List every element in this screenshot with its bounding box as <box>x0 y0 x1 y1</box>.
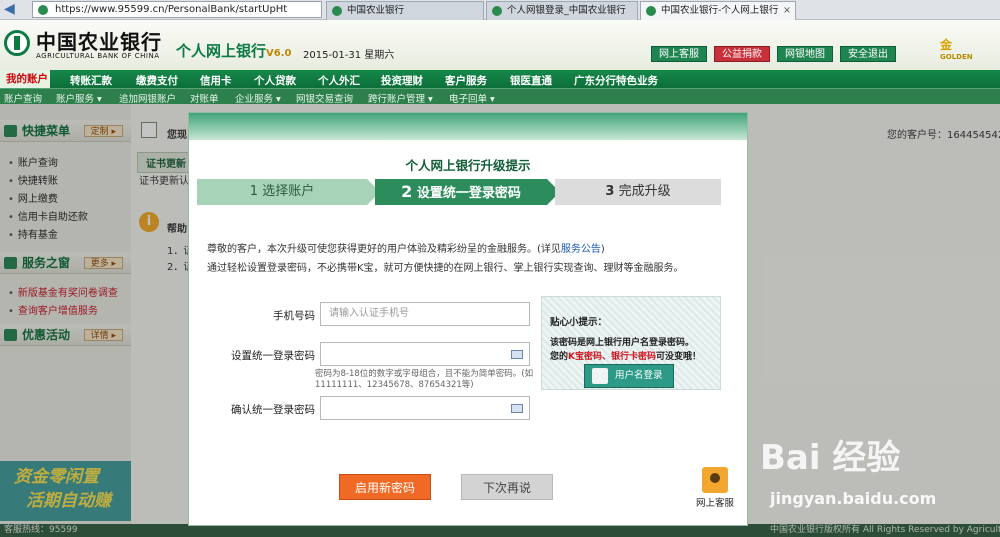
phone-placeholder: 请输入认证手机号 <box>329 308 409 319</box>
product-version: V6.0 <box>266 48 292 59</box>
tab-favicon-icon <box>492 6 502 16</box>
page: ◀ https://www.95599.cn/PersonalBank/star… <box>0 0 1000 537</box>
subnav-account-query[interactable]: 账户查询 <box>4 91 42 105</box>
online-cs-label: 网上客服 <box>695 498 734 509</box>
current-date: 2015-01-31 星期六 <box>303 50 395 61</box>
online-service-button[interactable]: 网上客服 <box>651 46 707 62</box>
tab-label: 中国农业银行-个人网上银行 <box>661 5 779 16</box>
subnav-enterprise[interactable]: 企业服务 ▾ <box>235 91 281 105</box>
step-number: 2 <box>401 182 413 201</box>
dialog-top-bar <box>189 113 747 140</box>
browser-bar: ◀ https://www.95599.cn/PersonalBank/star… <box>0 0 1000 20</box>
keyboard-icon[interactable] <box>511 350 523 359</box>
back-arrow-icon[interactable]: ◀ <box>4 2 16 16</box>
browser-tab-1[interactable]: 中国农业银行 <box>326 1 484 20</box>
address-bar[interactable]: https://www.95599.cn/PersonalBank/startU… <box>32 1 322 18</box>
tip-text-2a: 您的 <box>550 352 569 362</box>
nav-guangdong[interactable]: 广东分行特色业务 <box>574 73 658 88</box>
nav-hospital[interactable]: 银医直通 <box>510 73 552 88</box>
step-label: 选择账户 <box>262 184 315 199</box>
username-login-label: 用户名登录 <box>615 370 663 381</box>
subnav-interbank[interactable]: 跨行账户管理 ▾ <box>368 91 433 105</box>
golden-logo: 金 GOLDEN <box>940 36 1000 66</box>
tab-favicon-icon <box>646 6 656 16</box>
nav-investment[interactable]: 投资理财 <box>381 73 423 88</box>
dialog-title: 个人网上银行升级提示 <box>405 158 531 173</box>
enable-new-password-button[interactable]: 启用新密码 <box>339 474 431 500</box>
ebank-map-button[interactable]: 网银地图 <box>777 46 833 62</box>
tab-label: 中国农业银行 <box>347 5 405 16</box>
tip-text-2-red: K宝密码、银行卡密码 <box>568 352 656 362</box>
subnav-account-service[interactable]: 账户服务 ▾ <box>56 91 102 105</box>
subnav-e-receipt[interactable]: 电子回单 ▾ <box>449 91 495 105</box>
step-number: 3 <box>605 184 615 199</box>
upgrade-dialog: 个人网上银行升级提示 1 选择账户 2 设置统一登录密码 3 完成升级 尊敬的客… <box>188 112 748 526</box>
intro-line-2: 通过轻松设置登录密码，不必携带K宝，就可方便快捷的在网上银行、掌上银行实现查询、… <box>207 263 684 274</box>
intro-text-b: ) <box>600 244 605 255</box>
browser-tab-3[interactable]: 中国农业银行-个人网上银行 × <box>640 1 796 20</box>
phone-input[interactable]: 请输入认证手机号 <box>320 302 530 326</box>
customer-service-icon <box>702 467 728 493</box>
nav-forex[interactable]: 个人外汇 <box>318 73 360 88</box>
nav-payment[interactable]: 缴费支付 <box>136 73 178 88</box>
tip-box: 贴心小提示： 该密码是网上银行用户名登录密码。 您的K宝密码、银行卡密码可没变哦… <box>541 296 721 390</box>
site-favicon-icon <box>38 5 48 15</box>
tab-favicon-icon <box>332 6 342 16</box>
bank-name-cn: 中国农业银行 <box>36 30 162 54</box>
product-title: 个人网上银行V6.0 <box>176 40 291 61</box>
subnav-statement[interactable]: 对账单 <box>190 91 219 105</box>
later-button[interactable]: 下次再说 <box>461 474 553 500</box>
intro-line-1: 尊敬的客户，本次升级可使您获得更好的用户体验及精彩纷呈的金融服务。(详见服务公告… <box>207 240 605 255</box>
abc-logo-icon <box>4 30 30 56</box>
nav-transfer[interactable]: 转账汇款 <box>70 73 112 88</box>
step-label: 完成升级 <box>618 184 671 199</box>
online-cs-widget[interactable]: 网上客服 <box>691 467 739 517</box>
safe-logout-button[interactable]: 安全退出 <box>840 46 896 62</box>
keyboard-icon[interactable] <box>511 404 523 413</box>
phone-label: 手机号码 <box>273 310 315 322</box>
tip-text-2b: 可没变哦！ <box>656 352 702 362</box>
step-label: 设置统一登录密码 <box>416 186 521 201</box>
bank-name-en: AGRICULTURAL BANK OF CHINA <box>36 52 160 60</box>
baidu-watermark: Bai 经验 <box>760 438 901 478</box>
step-select-account: 1 选择账户 <box>197 179 380 205</box>
step-number: 1 <box>249 184 259 199</box>
nav-customer-service[interactable]: 客户服务 <box>445 73 487 88</box>
tab-label: 个人网银登录_中国农业银行 <box>507 5 626 16</box>
nav-my-account[interactable]: 我的账户 <box>0 70 50 88</box>
step-finish: 3 完成升级 <box>555 179 721 205</box>
golden-logo-char: 金 <box>940 38 953 52</box>
tip-text-1: 该密码是网上银行用户名登录密码。 <box>550 338 695 348</box>
primary-nav: 转账汇款 缴费支付 信用卡 个人贷款 个人外汇 投资理财 客户服务 银医直通 广… <box>0 70 1000 88</box>
browser-tab-2[interactable]: 个人网银登录_中国农业银行 <box>486 1 638 20</box>
tab-close-icon[interactable]: × <box>783 2 791 19</box>
password-hint: 密码为8-18位的数字或字母组合，且不能为简单密码。(如11111111、123… <box>315 369 534 390</box>
password-input[interactable] <box>320 342 530 366</box>
baidu-watermark-url: jingyan.baidu.com <box>770 489 937 508</box>
service-notice-link[interactable]: 服务公告 <box>561 244 601 255</box>
username-login-button[interactable]: 用户名登录 <box>584 364 674 388</box>
url-text: https://www.95599.cn/PersonalBank/startU… <box>55 4 288 15</box>
charity-donation-button[interactable]: 公益捐款 <box>714 46 770 62</box>
golden-logo-sub: GOLDEN <box>940 53 973 61</box>
step-set-password: 2 设置统一登录密码 <box>375 179 560 205</box>
confirm-password-input[interactable] <box>320 396 530 420</box>
password-label: 设置统一登录密码 <box>231 350 315 362</box>
tip-text-2: 您的K宝密码、银行卡密码可没变哦！ <box>550 349 701 362</box>
nav-credit-card[interactable]: 信用卡 <box>200 73 232 88</box>
confirm-password-label: 确认统一登录密码 <box>231 404 315 416</box>
product-name: 个人网上银行 <box>176 42 267 60</box>
tip-title: 贴心小提示： <box>550 317 608 328</box>
nav-personal-loan[interactable]: 个人贷款 <box>254 73 296 88</box>
secondary-nav: 账户查询 账户服务 ▾ 追加网银账户 对账单 企业服务 ▾ 网银交易查询 跨行账… <box>0 88 1000 105</box>
subnav-txn-query[interactable]: 网银交易查询 <box>296 91 353 105</box>
subnav-add-account[interactable]: 追加网银账户 <box>119 91 176 105</box>
intro-text-a: 尊敬的客户，本次升级可使您获得更好的用户体验及精彩纷呈的金融服务。(详见 <box>207 244 561 255</box>
user-icon <box>592 368 608 384</box>
